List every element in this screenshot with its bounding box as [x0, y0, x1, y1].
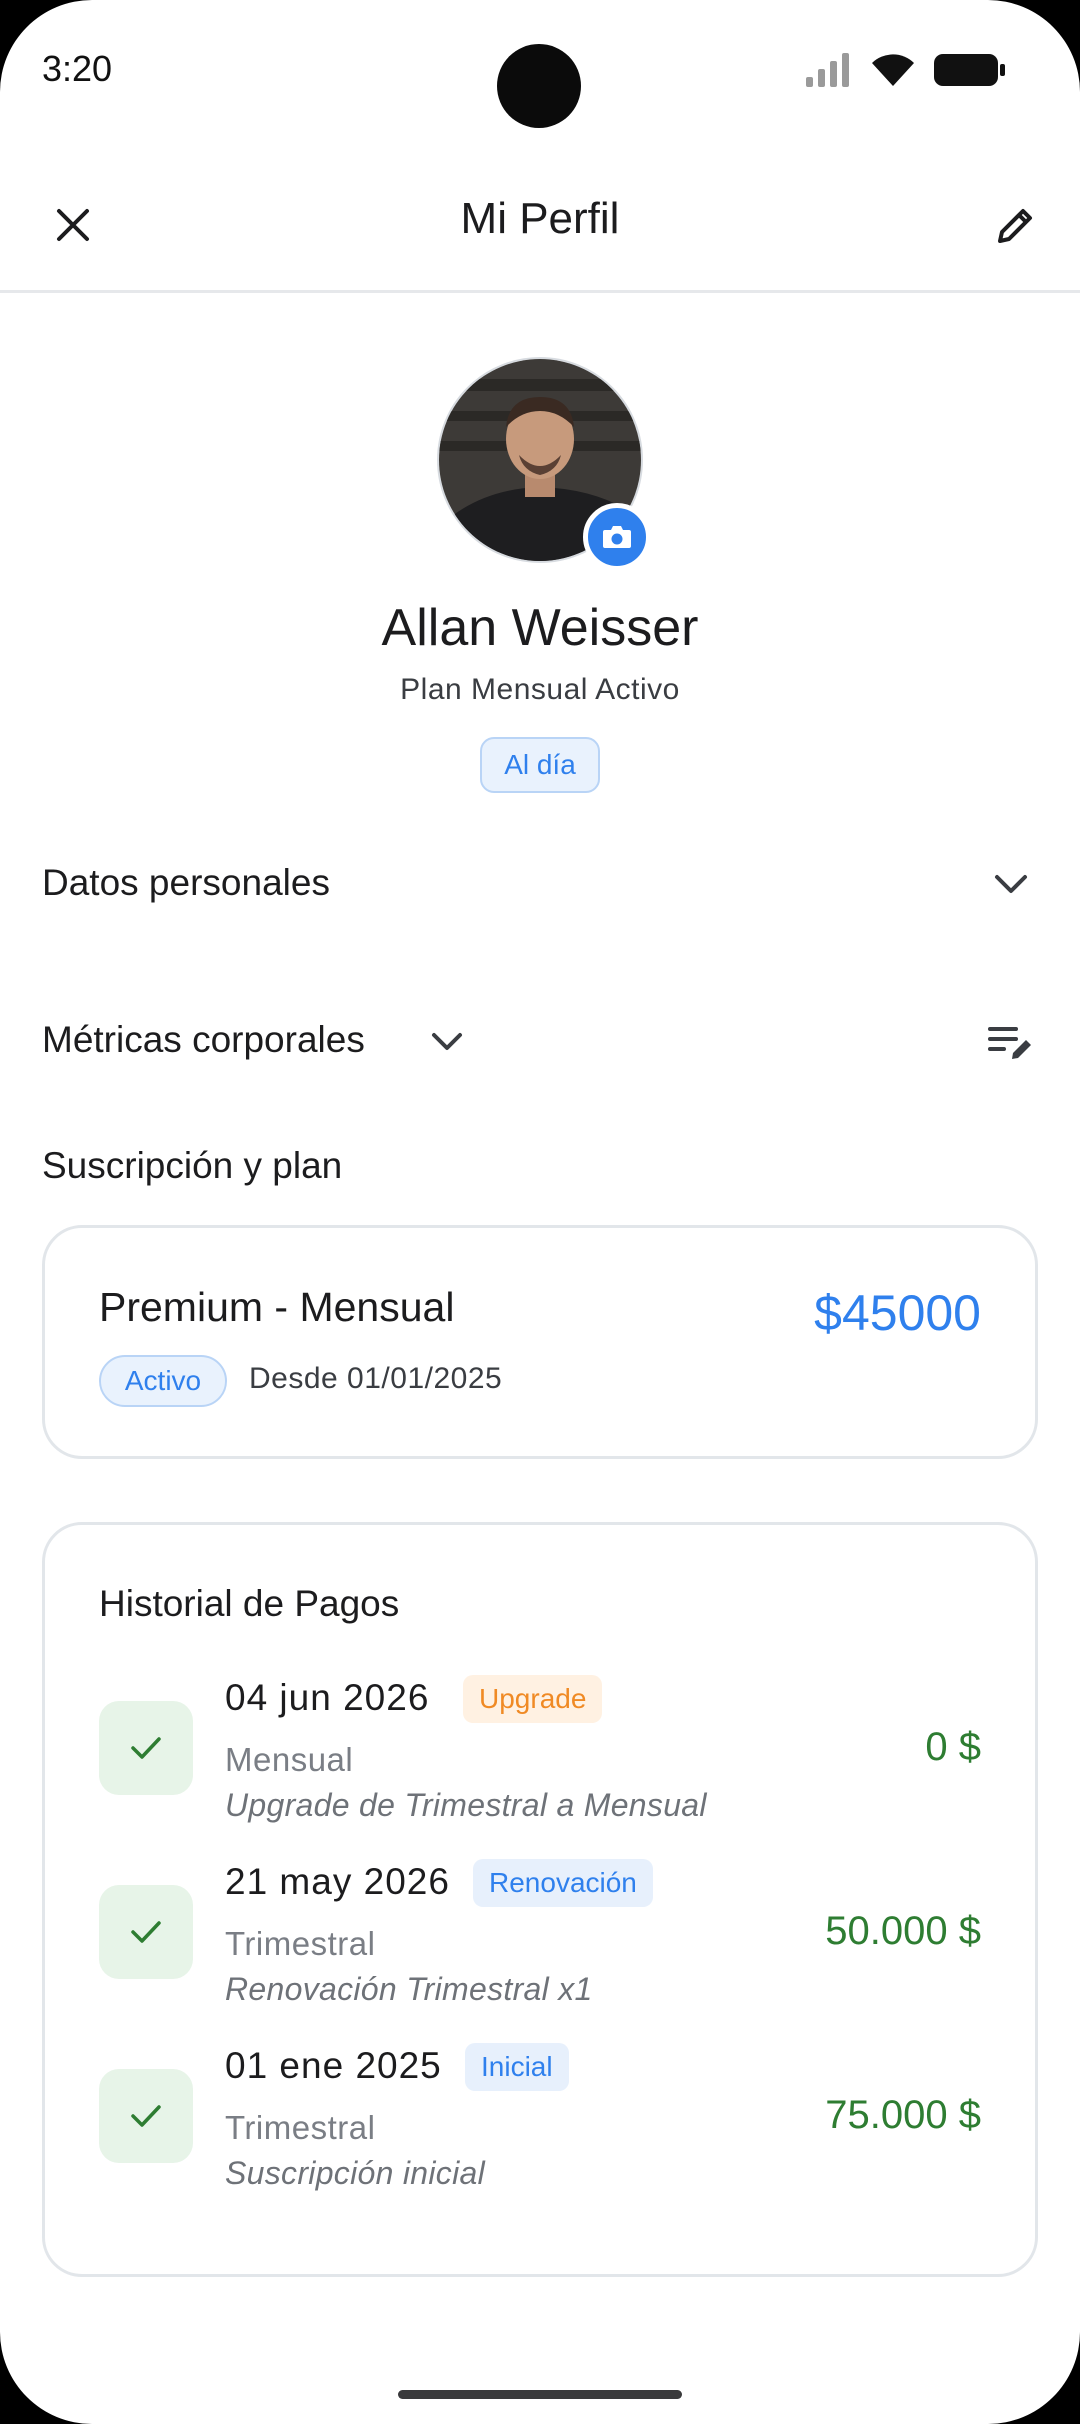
profile-avatar-container: [437, 357, 651, 571]
payment-status-icon: [99, 1885, 193, 1979]
status-time: 3:20: [42, 48, 113, 89]
chevron-down-icon: [432, 1033, 462, 1050]
subscription-card: Premium - Mensual $45000 Activo Desde 01…: [42, 1225, 1038, 1459]
signal-icon: [806, 53, 849, 87]
payment-date: 01 ene 2025: [225, 2045, 442, 2086]
plan-subtitle: Plan Mensual Activo: [400, 673, 680, 706]
edit-profile-button[interactable]: [976, 185, 1056, 265]
edit-note-icon: [988, 1027, 1031, 1059]
body-metrics-section-header[interactable]: Métricas corporales: [0, 997, 940, 1087]
payment-note: Renovación Trimestral x1: [225, 1971, 593, 2007]
status-icons: [806, 52, 1006, 88]
camera-icon: [603, 526, 631, 548]
wifi-icon: [872, 54, 914, 86]
check-icon: [131, 1921, 161, 1943]
personal-data-section-header[interactable]: Datos personales: [0, 840, 1080, 930]
plan-name: Premium - Mensual: [99, 1284, 455, 1330]
payment-status-icon: [99, 2069, 193, 2163]
payment-note: Upgrade de Trimestral a Mensual: [225, 1787, 707, 1823]
payment-plan: Trimestral: [225, 1925, 376, 1962]
payment-amount: 50.000 $: [825, 1909, 981, 1953]
section-title-personal: Datos personales: [42, 862, 330, 903]
payment-amount: 0 $: [925, 1725, 981, 1769]
payment-row: 21 may 2026 Renovación Trimestral Renova…: [45, 1859, 1035, 2021]
payment-row: 04 jun 2026 Upgrade Mensual Upgrade de T…: [45, 1675, 1035, 1837]
plan-price: $45000: [814, 1285, 981, 1341]
payment-date: 04 jun 2026: [225, 1677, 430, 1718]
payment-note: Suscripción inicial: [225, 2155, 486, 2191]
payment-type-tag: Upgrade: [463, 1675, 603, 1723]
chevron-down-icon: [995, 875, 1027, 893]
payment-date: 21 may 2026: [225, 1861, 450, 1902]
payment-history-title: Historial de Pagos: [99, 1583, 400, 1624]
change-photo-button[interactable]: [583, 503, 651, 571]
payment-type-tag: Renovación: [473, 1859, 653, 1907]
payment-status-icon: [99, 1701, 193, 1795]
payment-row: 01 ene 2025 Inicial Trimestral Suscripci…: [45, 2043, 1035, 2205]
section-title-subscription: Suscripción y plan: [42, 1145, 343, 1186]
edit-metrics-button[interactable]: [970, 1003, 1050, 1083]
payment-history-card: Historial de Pagos 04 jun 2026 Upgrade M…: [42, 1522, 1038, 2277]
profile-name: Allan Weisser: [381, 599, 699, 657]
battery-icon: [934, 54, 1005, 86]
payment-plan: Trimestral: [225, 2109, 376, 2146]
section-title-metrics: Métricas corporales: [42, 1019, 365, 1060]
check-icon: [131, 2105, 161, 2127]
payment-type-tag: Inicial: [465, 2043, 569, 2091]
home-indicator[interactable]: [398, 2390, 682, 2399]
top-app-bar: Mi Perfil: [0, 160, 1080, 293]
subscription-status-chip: Activo: [99, 1355, 227, 1407]
payment-amount: 75.000 $: [825, 2093, 981, 2137]
check-icon: [131, 1737, 161, 1759]
subscription-since: Desde 01/01/2025: [249, 1362, 503, 1395]
page-title: Mi Perfil: [460, 194, 620, 243]
screen: 3:20 Mi Perfil Allan Weisser Plan Mensua…: [0, 0, 1080, 2424]
payment-status-chip: Al día: [480, 737, 600, 793]
pencil-icon: [998, 209, 1032, 243]
front-camera: [497, 44, 581, 128]
payment-plan: Mensual: [225, 1741, 354, 1778]
